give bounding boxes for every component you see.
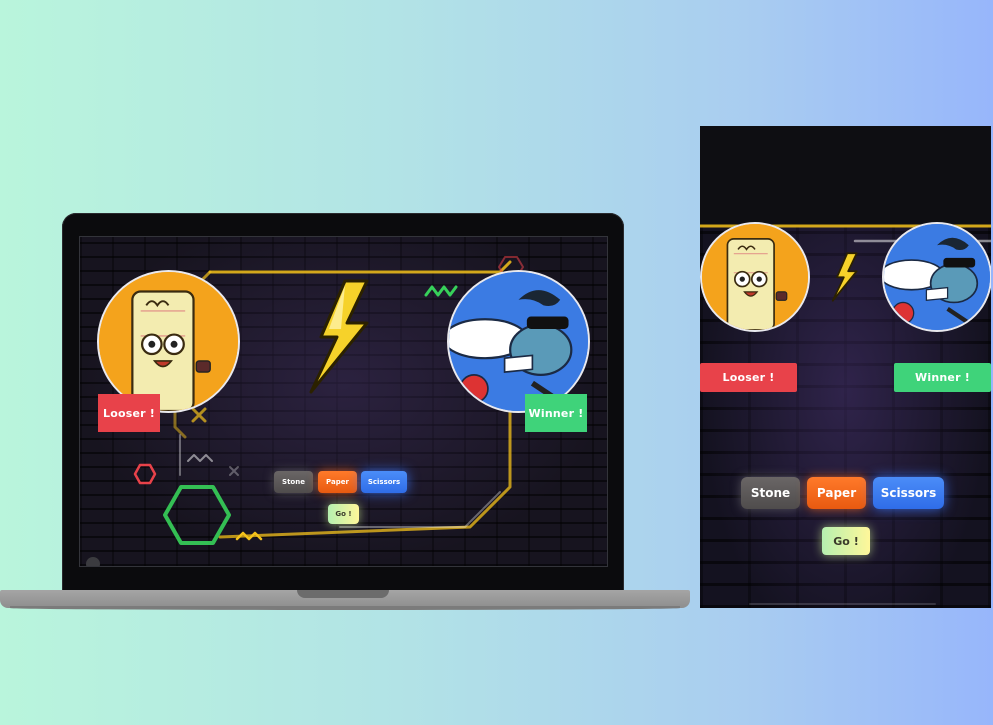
mosquito-character-avatar (447, 270, 590, 413)
winner-label: Winner ! (525, 394, 587, 432)
laptop-frame: Looser ! Winner ! Stone Paper Scissors G… (62, 213, 624, 591)
mobile-mosquito-character-avatar (882, 222, 991, 332)
mobile-lightning-icon (831, 252, 858, 302)
mobile-loser-label: Looser ! (700, 363, 797, 392)
scissors-button[interactable]: Scissors (361, 471, 407, 493)
paper-button[interactable]: Paper (318, 471, 357, 493)
mobile-go-button[interactable]: Go ! (822, 527, 870, 555)
loser-label: Looser ! (98, 394, 160, 432)
mobile-stone-button[interactable]: Stone (741, 477, 800, 509)
laptop-notch (297, 590, 389, 598)
mobile-paper-character-avatar (700, 222, 810, 332)
stone-button[interactable]: Stone (274, 471, 313, 493)
lightning-icon (309, 279, 369, 394)
mobile-winner-label: Winner ! (894, 363, 991, 392)
go-button[interactable]: Go ! (328, 504, 359, 524)
mobile-paper-button[interactable]: Paper (807, 477, 866, 509)
paper-character-avatar (97, 270, 240, 413)
mobile-scissors-button[interactable]: Scissors (873, 477, 944, 509)
mobile-game-screen: Looser ! Winner ! Stone Paper Scissors G… (700, 126, 991, 608)
laptop-base-shadow (10, 606, 680, 610)
desktop-game-screen: Looser ! Winner ! Stone Paper Scissors G… (79, 236, 608, 567)
